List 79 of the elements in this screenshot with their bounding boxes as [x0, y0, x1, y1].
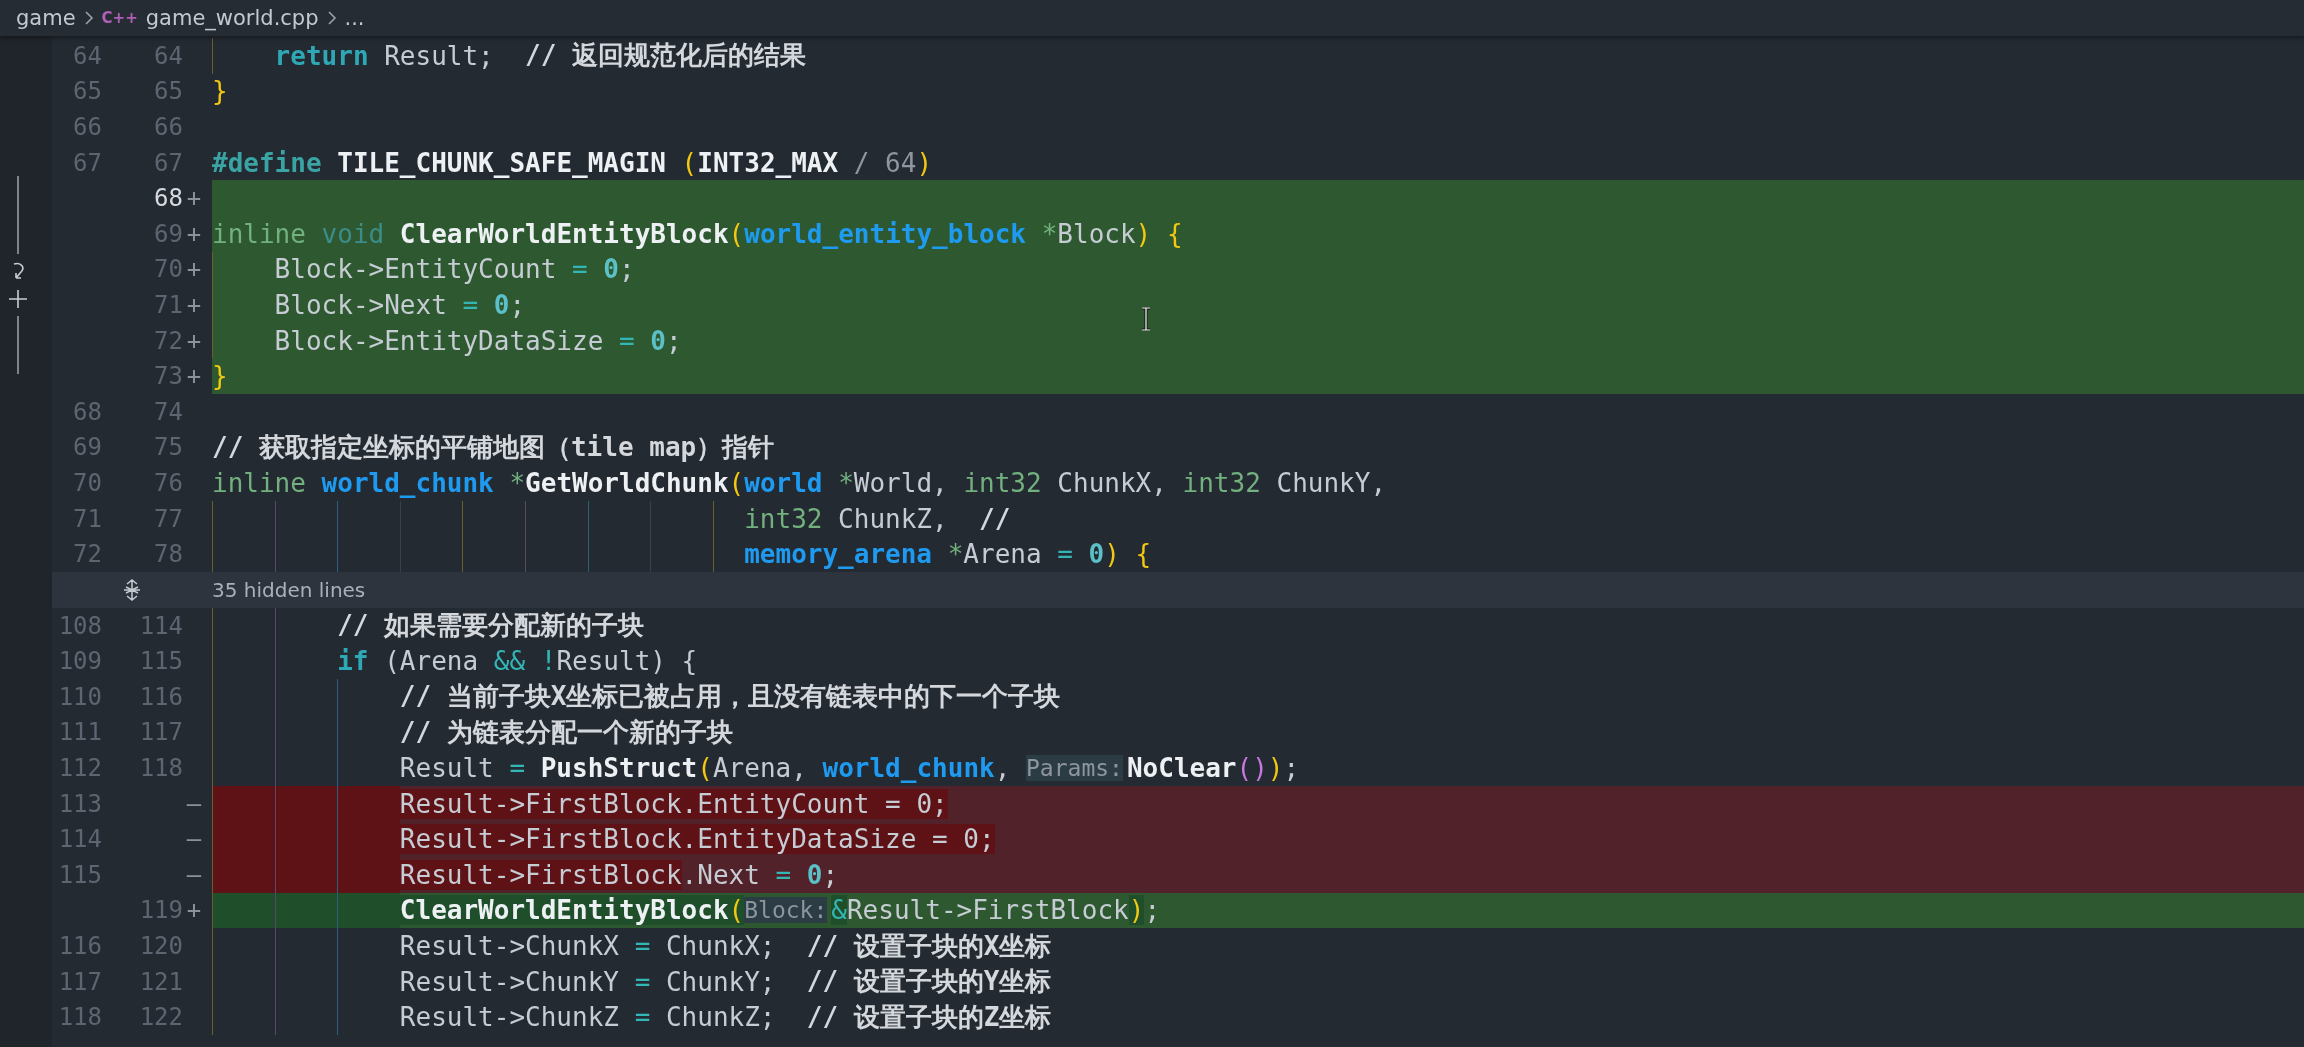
line-number: 113 — [57, 789, 102, 818]
removed-marker: — — [185, 789, 203, 818]
line-number: 75 — [153, 433, 183, 462]
line-number: 71 — [72, 504, 102, 533]
code-line: // 为链表分配一个新的子块 — [212, 714, 2304, 751]
added-marker: + — [185, 362, 203, 391]
line-number: 116 — [138, 682, 183, 711]
code-line: int32 ChunkZ, // — [212, 500, 2304, 537]
line-number: 115 — [57, 860, 102, 889]
code-line: inline world_chunk *GetWorldChunk(world *World, int32 ChunkX, int32 ChunkY, — [212, 466, 1388, 500]
line-number: 64 — [72, 41, 102, 70]
line-number: 76 — [153, 468, 183, 497]
line-number: 72 — [153, 326, 183, 355]
line-number: 111 — [57, 718, 102, 747]
cpp-file-icon: C++ — [101, 9, 138, 27]
code-line: Result = PushStruct(Arena, world_chunk, Params:NoClear()); — [212, 750, 2304, 786]
line-number: 78 — [153, 540, 183, 569]
line-number: 68 — [153, 184, 183, 213]
line-number: 118 — [57, 1003, 102, 1032]
line-number: 112 — [57, 754, 102, 783]
hidden-lines-label[interactable]: 35 hidden lines — [212, 577, 366, 602]
line-number: 70 — [153, 255, 183, 284]
line-number: 74 — [153, 397, 183, 426]
line-number: 69 — [153, 219, 183, 248]
added-marker: + — [185, 896, 203, 925]
line-number: 65 — [72, 77, 102, 106]
code-line: return Result; // 返回规范化后的结果 — [212, 38, 2304, 74]
line-number: 71 — [153, 290, 183, 319]
code-line: memory_arena *Arena = 0) { — [212, 536, 2304, 572]
added-marker: + — [185, 326, 203, 355]
line-number: 114 — [57, 825, 102, 854]
line-number: 67 — [72, 148, 102, 177]
line-number: 109 — [57, 647, 102, 676]
line-number: 114 — [138, 611, 183, 640]
line-number: 66 — [153, 113, 183, 141]
code-line: Result->ChunkZ = ChunkZ; // 设置子块的Z坐标 — [212, 999, 2304, 1036]
line-number: 108 — [57, 611, 102, 640]
breadcrumb-item[interactable]: game — [16, 6, 76, 30]
line-number: 120 — [138, 932, 183, 961]
line-number: 65 — [153, 77, 183, 106]
line-number: 115 — [138, 647, 183, 676]
chevron-right-icon — [83, 10, 94, 26]
code-line: } — [212, 75, 229, 109]
code-line: // 如果需要分配新的子块 — [212, 607, 2304, 644]
added-marker: + — [185, 219, 203, 248]
line-number: 69 — [72, 433, 102, 462]
code-line: #define TILE_CHUNK_SAFE_MAGIN (INT32_MAX / 64) — [212, 146, 934, 180]
code-line: Result->ChunkX = ChunkX; // 设置子块的X坐标 — [212, 928, 2304, 964]
code-line: // 获取指定坐标的平铺地图（tile map）指针 — [212, 430, 776, 464]
code-line: // 当前子块X坐标已被占用，且没有链表中的下一个子块 — [212, 679, 2304, 715]
line-number: 117 — [138, 718, 183, 747]
line-number: 66 — [72, 113, 102, 141]
line-number: 70 — [72, 468, 102, 497]
removed-marker: — — [185, 860, 203, 889]
line-number: 119 — [138, 896, 183, 925]
code-line: if (Arena && !Result) { — [212, 643, 2304, 680]
chevron-right-icon — [326, 10, 337, 26]
line-number: 110 — [57, 682, 102, 711]
line-number: 116 — [57, 932, 102, 961]
removed-marker: — — [185, 825, 203, 854]
added-marker: + — [185, 255, 203, 284]
line-number: 68 — [72, 397, 102, 426]
breadcrumb-item[interactable]: game_world.cpp — [145, 6, 319, 30]
plus-icon[interactable] — [7, 288, 29, 310]
added-marker: + — [185, 290, 203, 319]
breadcrumb-item[interactable]: ... — [344, 6, 365, 30]
line-number: 77 — [153, 504, 183, 533]
added-marker: + — [185, 184, 203, 213]
line-number: 117 — [57, 967, 102, 996]
code-line: Result->ChunkY = ChunkY; // 设置子块的Y坐标 — [212, 963, 2304, 1000]
unfold-icon[interactable] — [121, 578, 143, 601]
line-number: 64 — [153, 41, 183, 70]
line-number: 118 — [138, 754, 183, 783]
text-cursor-icon — [1141, 307, 1151, 331]
line-number: 121 — [138, 967, 183, 996]
line-number: 67 — [153, 148, 183, 177]
line-number: 73 — [153, 362, 183, 391]
line-number: 122 — [138, 1003, 183, 1032]
line-number: 72 — [72, 540, 102, 569]
